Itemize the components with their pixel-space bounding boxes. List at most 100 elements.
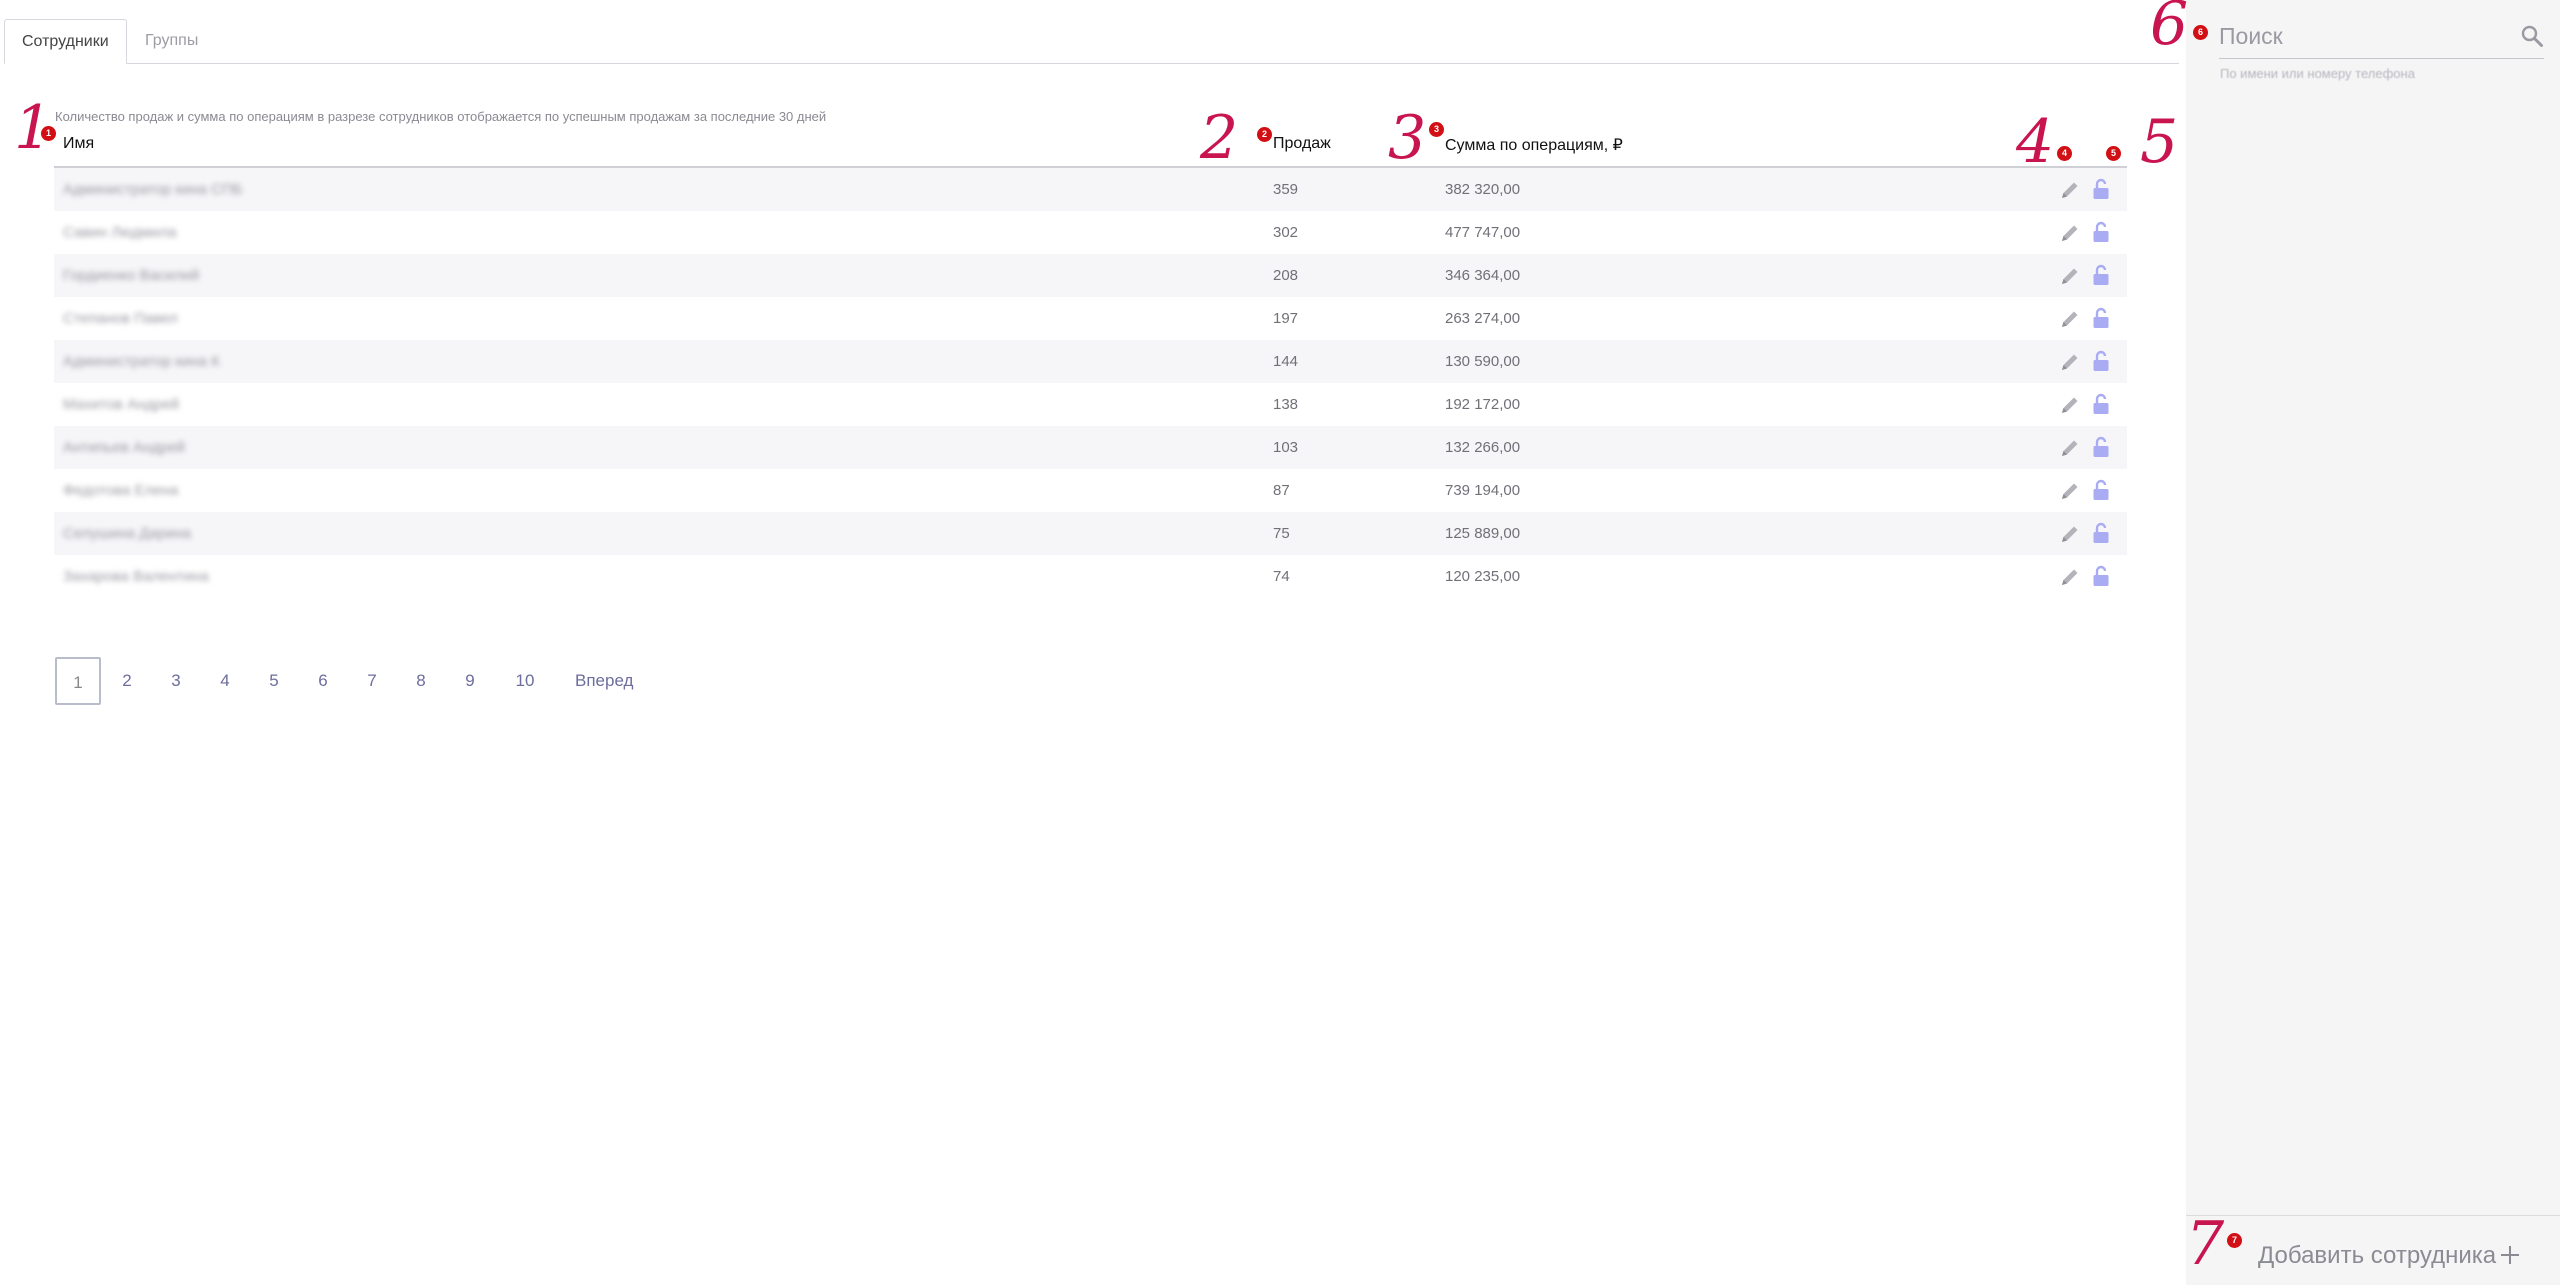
- employee-name: Гордиенко Василий: [63, 267, 200, 284]
- sales-count: 138: [1273, 396, 1299, 413]
- pencil-icon[interactable]: [2059, 523, 2081, 545]
- unlock-icon[interactable]: [2092, 393, 2110, 415]
- pencil-icon[interactable]: [2059, 351, 2081, 373]
- page-link-7[interactable]: 7: [349, 657, 395, 705]
- employee-name: Федотова Елена: [63, 482, 179, 499]
- unlock-icon[interactable]: [2092, 264, 2110, 286]
- handwritten-label-2: 2: [1200, 103, 1239, 173]
- column-header-sales[interactable]: Продаж: [1273, 135, 1331, 153]
- page-link-5[interactable]: 5: [251, 657, 297, 705]
- column-header-name[interactable]: Имя: [63, 135, 94, 153]
- unlock-icon[interactable]: [2092, 221, 2110, 243]
- page-link-10[interactable]: 10: [502, 657, 548, 705]
- operations-sum: 192 172,00: [1445, 396, 1521, 413]
- handwritten-label-3: 3: [1388, 103, 1427, 173]
- pencil-icon[interactable]: [2059, 566, 2081, 588]
- unlock-icon[interactable]: [2092, 522, 2110, 544]
- operations-sum: 263 274,00: [1445, 310, 1521, 327]
- pencil-icon[interactable]: [2059, 179, 2081, 201]
- sales-count: 144: [1273, 353, 1299, 370]
- annotation-badge-5: 5: [2106, 146, 2121, 161]
- sidebar: По имени или номеру телефона Добавить со…: [2186, 0, 2560, 1285]
- handwritten-label-6: 6: [2150, 0, 2189, 59]
- sales-count: 74: [1273, 568, 1290, 585]
- table-row[interactable]: Администратор кина СПБ 359 382 320,00: [54, 168, 2127, 211]
- handwritten-label-1: 1: [14, 93, 53, 163]
- operations-sum: 346 364,00: [1445, 267, 1521, 284]
- employee-name: Махитов Андрей: [63, 396, 180, 413]
- page-link-2[interactable]: 2: [104, 657, 150, 705]
- add-employee-label: Добавить сотрудника: [2258, 1242, 2497, 1269]
- unlock-icon[interactable]: [2092, 565, 2110, 587]
- table-row[interactable]: Селушина Дарина 75 125 889,00: [54, 512, 2127, 555]
- handwritten-label-5: 5: [2140, 107, 2179, 177]
- page-link-8[interactable]: 8: [398, 657, 444, 705]
- tab-bar: Сотрудники Группы: [4, 19, 2179, 64]
- table-row[interactable]: Савин Людмила 302 477 747,00: [54, 211, 2127, 254]
- search-icon[interactable]: [2520, 24, 2544, 48]
- employee-name: Селушина Дарина: [63, 525, 191, 542]
- page-link-4[interactable]: 4: [202, 657, 248, 705]
- page-link-6[interactable]: 6: [300, 657, 346, 705]
- table-row[interactable]: Антипьев Андрей 103 132 266,00: [54, 426, 2127, 469]
- table-body: Администратор кина СПБ 359 382 320,00 Савин…: [54, 168, 2127, 598]
- table-row[interactable]: Махитов Андрей 138 192 172,00: [54, 383, 2127, 426]
- unlock-icon[interactable]: [2092, 436, 2110, 458]
- employee-name: Антипьев Андрей: [63, 439, 186, 456]
- unlock-icon[interactable]: [2092, 350, 2110, 372]
- next-page-link[interactable]: Вперед: [575, 657, 633, 705]
- search-box: [2219, 16, 2544, 59]
- table-row[interactable]: Степанов Павел 197 263 274,00: [54, 297, 2127, 340]
- operations-sum: 477 747,00: [1445, 224, 1521, 241]
- employee-name: Степанов Павел: [63, 310, 178, 327]
- annotation-badge-4: 4: [2057, 146, 2072, 161]
- pencil-icon[interactable]: [2059, 265, 2081, 287]
- sales-count: 197: [1273, 310, 1299, 327]
- page-link-1[interactable]: 1: [55, 657, 101, 705]
- sales-count: 87: [1273, 482, 1290, 499]
- column-header-sum[interactable]: Сумма по операциям, ₽: [1445, 135, 1623, 155]
- plus-icon: [2501, 1246, 2519, 1264]
- table-row[interactable]: Гордиенко Василий 208 346 364,00: [54, 254, 2127, 297]
- search-hint: По имени или номеру телефона: [2220, 66, 2415, 81]
- table-row[interactable]: Захарова Валентина 74 120 235,00: [54, 555, 2127, 598]
- pencil-icon[interactable]: [2059, 437, 2081, 459]
- operations-sum: 132 266,00: [1445, 439, 1521, 456]
- unlock-icon[interactable]: [2092, 307, 2110, 329]
- annotation-badge-7: 7: [2227, 1233, 2242, 1248]
- add-employee-button[interactable]: Добавить сотрудника: [2186, 1215, 2560, 1286]
- employee-name: Администратор кина СПБ: [63, 181, 243, 198]
- handwritten-label-4: 4: [2016, 107, 2055, 177]
- table-row[interactable]: Администратор кина К 144 130 590,00: [54, 340, 2127, 383]
- page-link-3[interactable]: 3: [153, 657, 199, 705]
- operations-sum: 739 194,00: [1445, 482, 1521, 499]
- unlock-icon[interactable]: [2092, 178, 2110, 200]
- tab-groups[interactable]: Группы: [128, 19, 215, 63]
- employee-name: Савин Людмила: [63, 224, 177, 241]
- tab-employees[interactable]: Сотрудники: [4, 19, 127, 64]
- main-area: Сотрудники Группы Количество продаж и су…: [0, 0, 2186, 1285]
- sales-count: 103: [1273, 439, 1299, 456]
- annotation-badge-2: 2: [1257, 127, 1272, 142]
- annotation-badge-3: 3: [1429, 122, 1444, 137]
- sales-count: 75: [1273, 525, 1290, 542]
- search-input[interactable]: [2219, 16, 2509, 56]
- operations-sum: 125 889,00: [1445, 525, 1521, 542]
- table-row[interactable]: Федотова Елена 87 739 194,00: [54, 469, 2127, 512]
- sales-count: 359: [1273, 181, 1299, 198]
- sales-count: 302: [1273, 224, 1299, 241]
- handwritten-label-7: 7: [2186, 1209, 2225, 1279]
- table-header: Имя Продаж Сумма по операциям, ₽: [54, 130, 2127, 168]
- table-note: Количество продаж и сумма по операциям в…: [55, 109, 827, 124]
- employee-name: Администратор кина К: [63, 353, 220, 370]
- operations-sum: 130 590,00: [1445, 353, 1521, 370]
- pencil-icon[interactable]: [2059, 394, 2081, 416]
- annotation-badge-6: 6: [2193, 25, 2208, 40]
- page-link-9[interactable]: 9: [447, 657, 493, 705]
- pencil-icon[interactable]: [2059, 480, 2081, 502]
- pencil-icon[interactable]: [2059, 222, 2081, 244]
- employees-table: Имя Продаж Сумма по операциям, ₽ Админис…: [54, 130, 2127, 598]
- pencil-icon[interactable]: [2059, 308, 2081, 330]
- unlock-icon[interactable]: [2092, 479, 2110, 501]
- operations-sum: 120 235,00: [1445, 568, 1521, 585]
